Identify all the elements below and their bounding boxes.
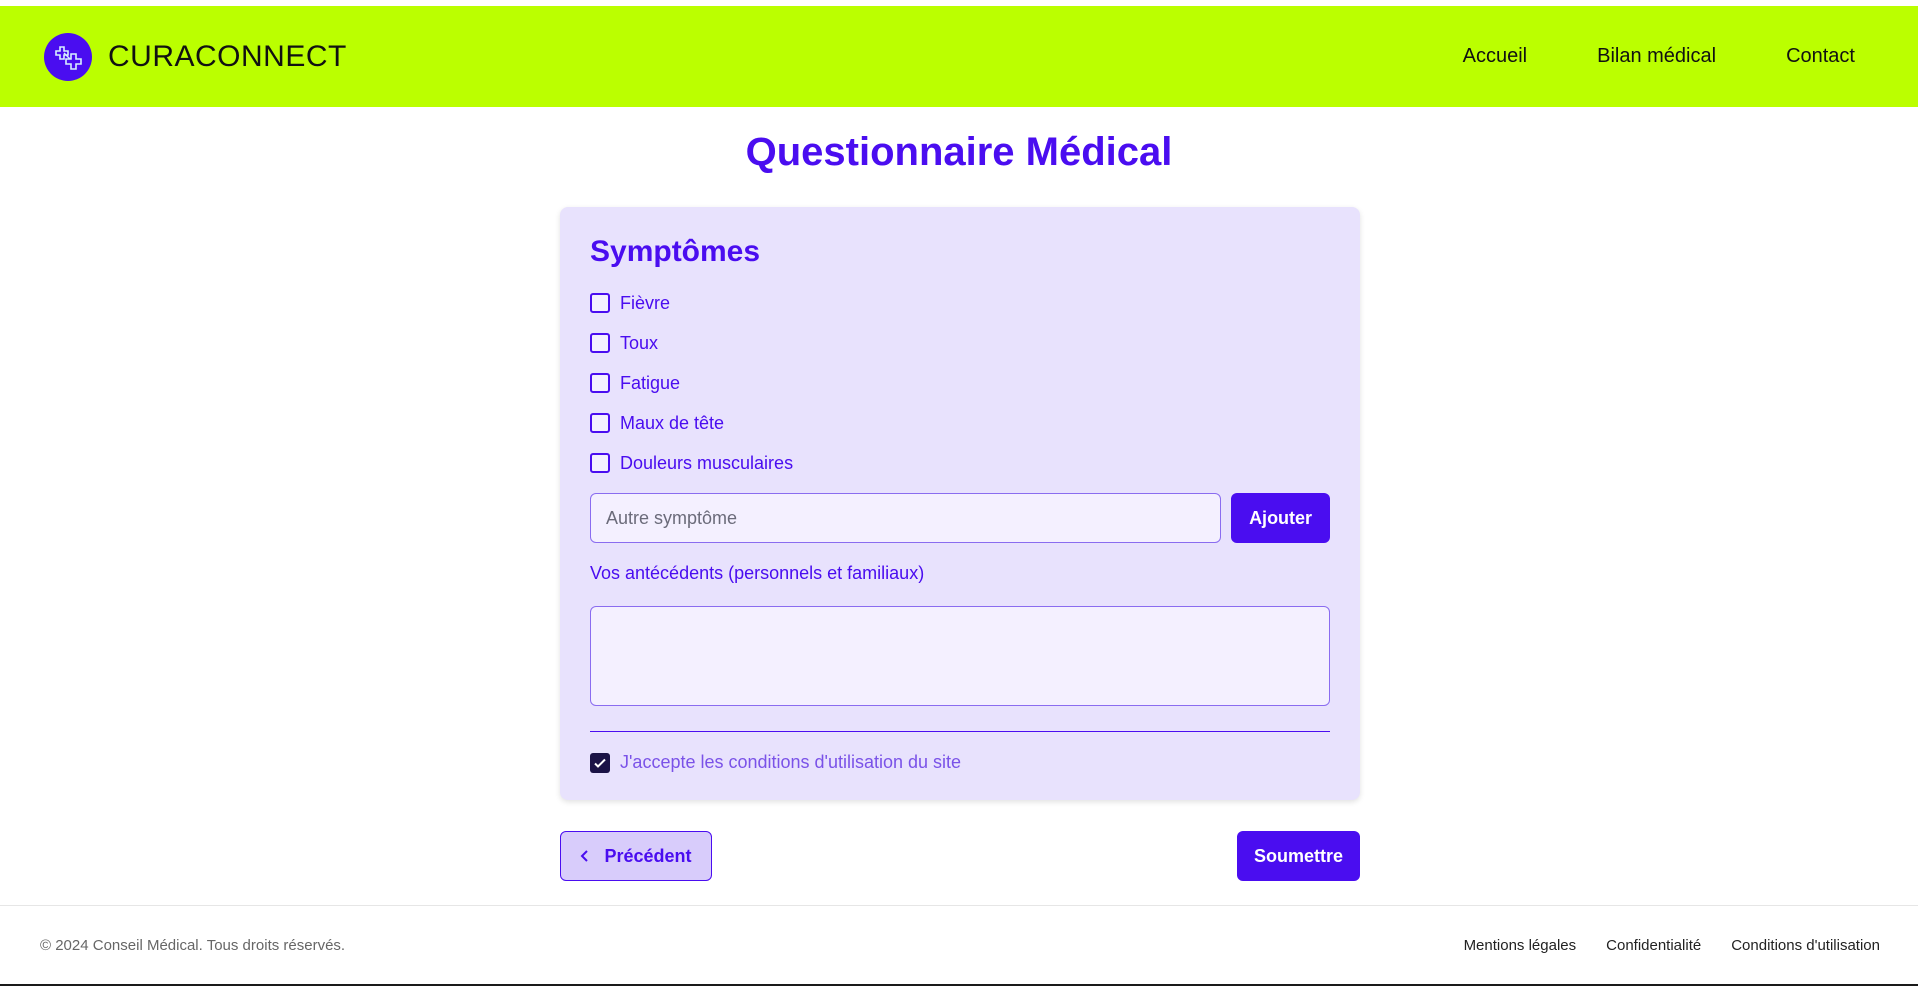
- nav-link-accueil[interactable]: Accueil: [1463, 45, 1527, 68]
- previous-button[interactable]: Précédent: [560, 831, 712, 881]
- divider: [590, 731, 1330, 732]
- footer-link-conditions[interactable]: Conditions d'utilisation: [1731, 937, 1880, 954]
- brand-name: CURACONNECT: [108, 39, 347, 73]
- previous-label: Précédent: [604, 845, 692, 866]
- add-symptom-row: Ajouter: [590, 493, 1330, 543]
- site-header: CURACONNECT Accueil Bilan médical Contac…: [0, 6, 1918, 107]
- section-title: Symptômes: [590, 235, 761, 268]
- checkbox[interactable]: [590, 453, 610, 473]
- footer-link-confidentialite[interactable]: Confidentialité: [1606, 937, 1701, 954]
- page-title: Questionnaire Médical: [745, 130, 1173, 174]
- symptom-label: Fatigue: [620, 372, 681, 393]
- submit-button[interactable]: Soumettre: [1237, 831, 1360, 881]
- nav-link-bilan-medical[interactable]: Bilan médical: [1597, 45, 1716, 68]
- add-symptom-button[interactable]: Ajouter: [1231, 493, 1330, 543]
- symptom-label: Douleurs musculaires: [620, 452, 794, 473]
- symptom-option-fievre[interactable]: Fièvre: [590, 283, 1330, 323]
- footer-link-mentions-legales[interactable]: Mentions légales: [1464, 937, 1577, 954]
- footer-links: Mentions légales Confidentialité Conditi…: [1464, 937, 1880, 954]
- checkbox[interactable]: [590, 293, 610, 313]
- symptom-option-toux[interactable]: Toux: [590, 323, 1330, 363]
- terms-option[interactable]: J'accepte les conditions d'utilisation d…: [590, 752, 1330, 773]
- checkbox[interactable]: [590, 333, 610, 353]
- symptom-option-fatigue[interactable]: Fatigue: [590, 363, 1330, 403]
- checkbox[interactable]: [590, 413, 610, 433]
- check-icon: [594, 758, 606, 768]
- medical-cross-logo-icon: [44, 32, 92, 81]
- copyright-text: © 2024 Conseil Médical. Tous droits rése…: [40, 937, 346, 954]
- other-symptom-input[interactable]: [590, 493, 1222, 543]
- brand[interactable]: CURACONNECT: [44, 32, 347, 81]
- symptom-label: Fièvre: [620, 292, 671, 313]
- checkbox[interactable]: [590, 373, 610, 393]
- main-nav: Accueil Bilan médical Contact: [1463, 45, 1855, 68]
- questionnaire-card: Symptômes Fièvre Toux Fatigue Maux de tê…: [560, 207, 1360, 800]
- site-footer: © 2024 Conseil Médical. Tous droits rése…: [0, 905, 1918, 985]
- nav-link-contact[interactable]: Contact: [1786, 45, 1855, 68]
- symptom-label: Maux de tête: [620, 412, 725, 433]
- symptom-label: Toux: [620, 332, 659, 353]
- symptom-option-douleurs-musculaires[interactable]: Douleurs musculaires: [590, 443, 1330, 483]
- symptom-option-maux-de-tete[interactable]: Maux de tête: [590, 403, 1330, 443]
- terms-checkbox[interactable]: [590, 752, 610, 773]
- history-label: Vos antécédents (personnels et familiaux…: [590, 563, 925, 583]
- history-textarea[interactable]: [590, 606, 1330, 706]
- terms-label: J'accepte les conditions d'utilisation d…: [620, 752, 962, 772]
- chevron-left-icon: [581, 850, 589, 862]
